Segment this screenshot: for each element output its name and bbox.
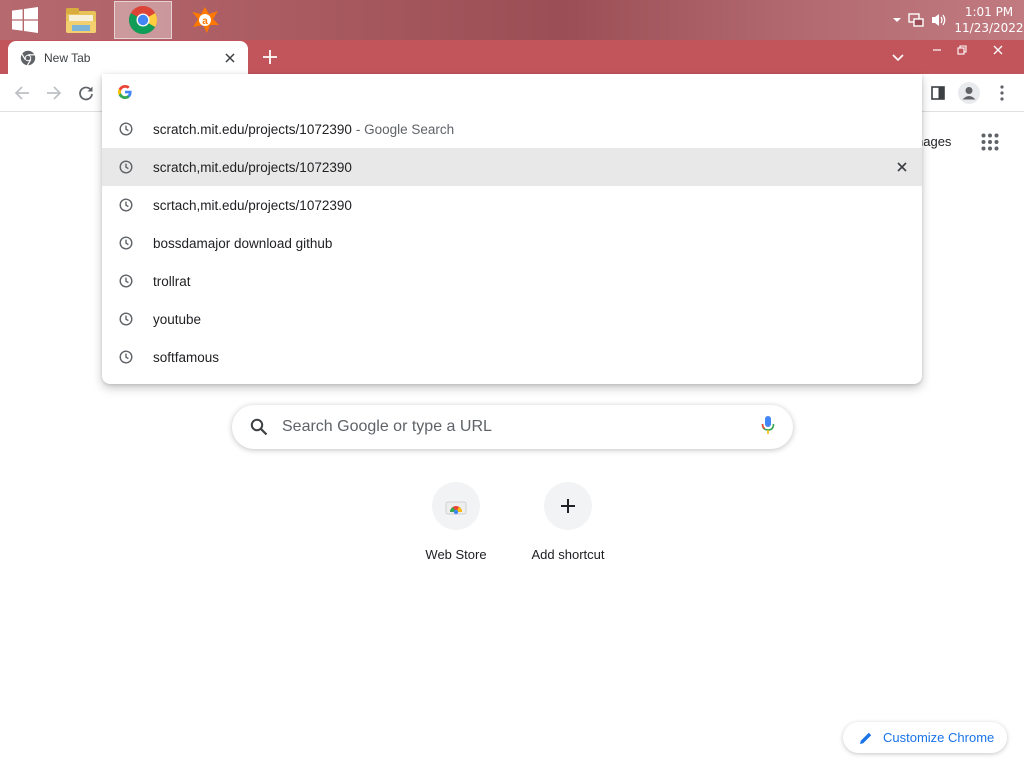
history-clock-icon	[118, 349, 134, 365]
more-vert-icon	[1000, 85, 1004, 101]
apps-grid-icon	[981, 133, 999, 151]
omnibox-suggestion[interactable]: scratch.mit.edu/projects/1072390- Google…	[102, 110, 922, 148]
close-icon	[993, 45, 1003, 55]
google-g-icon	[118, 85, 132, 99]
suggestion-list: scratch.mit.edu/projects/1072390- Google…	[102, 110, 922, 376]
tab-search-button[interactable]	[888, 48, 908, 68]
address-bar[interactable]	[102, 74, 922, 110]
chrome-menu-button[interactable]	[988, 79, 1016, 107]
shortcut-label: Web Store	[425, 547, 487, 562]
plus-icon	[263, 50, 277, 64]
voice-search-button[interactable]	[761, 415, 775, 440]
chrome-favicon-icon	[20, 50, 36, 66]
volume-tray-button[interactable]	[930, 12, 948, 28]
windows-taskbar: a 1:01 PM 11/23/2022	[0, 0, 1024, 40]
tab-new-tab[interactable]: New Tab	[8, 41, 248, 74]
restore-icon	[957, 45, 967, 55]
shortcut-web-store[interactable]: Web Store	[400, 482, 512, 562]
omnibox-suggestion[interactable]: bossdamajor download github	[102, 224, 922, 262]
suggestion-text: scratch.mit.edu/projects/1072390	[153, 121, 352, 137]
search-placeholder: Search Google or type a URL	[282, 418, 492, 435]
history-clock-icon	[118, 235, 134, 251]
show-hidden-icons-button[interactable]	[892, 15, 902, 25]
shortcut-tile	[432, 482, 480, 530]
tab-title: New Tab	[44, 50, 91, 65]
clock-date: 11/23/2022	[954, 21, 1024, 35]
forward-button[interactable]	[40, 79, 68, 107]
start-button[interactable]	[0, 0, 50, 40]
tab-close-button[interactable]	[222, 50, 238, 66]
suggestion-text: scrtach,mit.edu/projects/1072390	[153, 197, 352, 213]
window-close-button[interactable]	[981, 40, 1015, 60]
microphone-icon	[761, 415, 775, 434]
reload-button[interactable]	[72, 79, 100, 107]
ntp-search-box[interactable]: Search Google or type a URL	[232, 405, 793, 449]
history-clock-icon	[118, 121, 134, 137]
history-clock-icon	[118, 159, 134, 175]
close-icon	[225, 52, 235, 63]
suggestion-text: trollrat	[153, 273, 191, 289]
suggestion-text: youtube	[153, 311, 202, 327]
plus-icon	[561, 499, 575, 513]
avatar-icon	[958, 82, 980, 104]
chrome-icon	[129, 6, 157, 34]
omnibox-suggestion[interactable]: softfamous	[102, 338, 922, 376]
windows-logo-icon	[12, 7, 38, 33]
remove-suggestion-button[interactable]	[894, 159, 910, 175]
customize-chrome-button[interactable]: Customize Chrome	[843, 722, 1007, 753]
chevron-down-icon	[892, 54, 904, 62]
suggestion-description: - Google Search	[355, 121, 455, 137]
shortcut-tile	[544, 482, 592, 530]
suggestion-text: softfamous	[153, 349, 220, 365]
suggestion-text: scratch,mit.edu/projects/1072390	[153, 159, 352, 175]
omnibox-suggestion[interactable]: trollrat	[102, 262, 922, 300]
chevron-up-icon	[893, 18, 901, 22]
taskbar-avast[interactable]: a	[180, 0, 230, 40]
web-store-icon	[445, 501, 467, 515]
system-tray: 1:01 PM 11/23/2022	[892, 0, 1024, 40]
history-clock-icon	[118, 197, 134, 213]
omnibox-suggestion[interactable]: scrtach,mit.edu/projects/1072390	[102, 186, 922, 224]
profile-button[interactable]	[955, 79, 983, 107]
back-button[interactable]	[8, 79, 36, 107]
new-tab-button[interactable]	[258, 45, 282, 69]
svg-text:a: a	[202, 16, 208, 27]
search-icon	[250, 418, 268, 436]
suggestion-text: bossdamajor download github	[153, 235, 333, 251]
avast-icon: a	[192, 7, 219, 33]
network-tray-button[interactable]	[908, 12, 924, 28]
arrow-left-icon	[14, 86, 29, 100]
side-panel-button[interactable]	[924, 79, 952, 107]
omnibox-dropdown: scratch.mit.edu/projects/1072390- Google…	[102, 74, 922, 384]
side-panel-icon	[931, 86, 945, 100]
history-clock-icon	[118, 311, 134, 327]
google-apps-button[interactable]	[976, 128, 1004, 156]
customize-chrome-label: Customize Chrome	[883, 730, 995, 745]
taskbar-chrome[interactable]	[114, 1, 172, 39]
file-explorer-icon	[66, 8, 96, 33]
pencil-icon	[860, 732, 872, 744]
arrow-right-icon	[47, 86, 62, 100]
window-restore-button[interactable]	[945, 40, 979, 60]
shortcut-label: Add shortcut	[531, 547, 605, 562]
history-clock-icon	[118, 273, 134, 289]
network-icon	[908, 13, 924, 27]
chrome-tab-strip: New Tab	[0, 40, 1024, 74]
clock-time: 1:01 PM	[964, 5, 1014, 19]
add-shortcut-button[interactable]: Add shortcut	[512, 482, 624, 562]
taskbar-file-explorer[interactable]	[56, 0, 106, 40]
taskbar-clock[interactable]: 1:01 PM 11/23/2022	[954, 4, 1024, 36]
close-icon	[897, 162, 907, 172]
volume-icon	[932, 14, 946, 26]
omnibox-suggestion[interactable]: scratch,mit.edu/projects/1072390	[102, 148, 922, 186]
reload-icon	[79, 86, 93, 101]
minimize-icon	[933, 49, 941, 51]
omnibox-suggestion[interactable]: youtube	[102, 300, 922, 338]
